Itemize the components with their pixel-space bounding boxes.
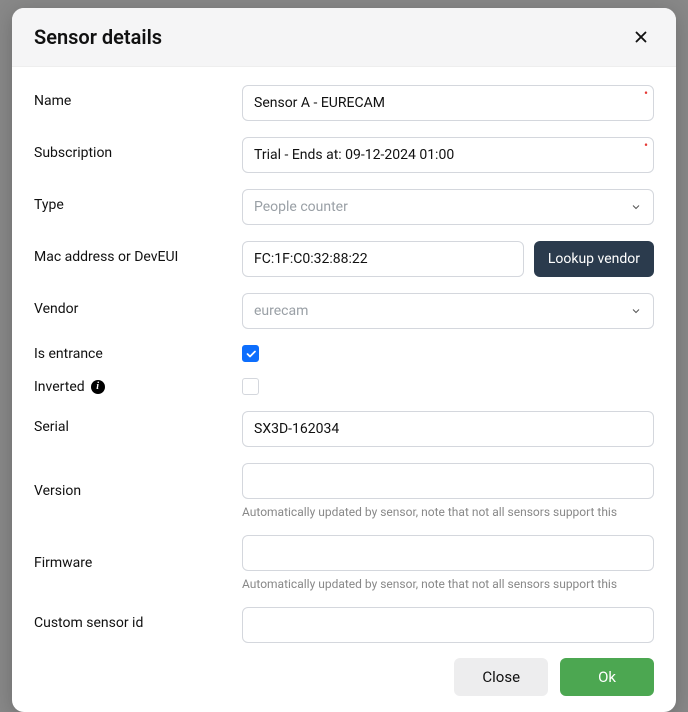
firmware-help-text: Automatically updated by sensor, note th…	[242, 577, 654, 591]
label-serial: Serial	[34, 411, 242, 435]
vendor-select[interactable]: eurecam	[242, 293, 654, 329]
label-mac: Mac address or DevEUI	[34, 241, 242, 265]
row-serial: Serial	[34, 411, 654, 447]
version-input[interactable]	[242, 463, 654, 499]
close-icon	[632, 28, 650, 46]
row-is-entrance: Is entrance	[34, 345, 654, 362]
close-button[interactable]: Close	[454, 658, 548, 696]
row-mac: Mac address or DevEUI Lookup vendor	[34, 241, 654, 277]
modal-header: Sensor details	[12, 8, 676, 67]
inverted-checkbox[interactable]	[242, 378, 259, 395]
row-version: Version Automatically updated by sensor,…	[34, 463, 654, 519]
row-firmware: Firmware Automatically updated by sensor…	[34, 535, 654, 591]
row-name: Name	[34, 85, 654, 121]
info-icon[interactable]: i	[91, 380, 105, 394]
label-version: Version	[34, 463, 242, 499]
row-subscription: Subscription	[34, 137, 654, 173]
is-entrance-checkbox[interactable]	[242, 345, 259, 362]
label-type: Type	[34, 189, 242, 213]
modal-footer: Close Ok	[12, 646, 676, 712]
label-name: Name	[34, 85, 242, 109]
checkmark-icon	[245, 348, 257, 360]
mac-input[interactable]	[242, 241, 524, 277]
label-is-entrance: Is entrance	[34, 346, 242, 362]
modal-title: Sensor details	[34, 25, 162, 49]
ok-button[interactable]: Ok	[560, 658, 654, 696]
firmware-input[interactable]	[242, 535, 654, 571]
name-input[interactable]	[242, 85, 654, 121]
row-type: Type People counter	[34, 189, 654, 225]
row-vendor: Vendor eurecam	[34, 293, 654, 329]
version-help-text: Automatically updated by sensor, note th…	[242, 505, 654, 519]
serial-input[interactable]	[242, 411, 654, 447]
label-subscription: Subscription	[34, 137, 242, 161]
label-inverted-text: Inverted	[34, 379, 85, 395]
close-icon-button[interactable]	[628, 24, 654, 50]
label-custom-id: Custom sensor id	[34, 607, 242, 631]
lookup-vendor-button[interactable]: Lookup vendor	[534, 241, 654, 277]
label-vendor: Vendor	[34, 293, 242, 317]
label-inverted: Inverted i	[34, 379, 242, 395]
modal-body: Name Subscription Type People counter	[12, 67, 676, 646]
row-inverted: Inverted i	[34, 378, 654, 395]
label-firmware: Firmware	[34, 535, 242, 571]
subscription-input[interactable]	[242, 137, 654, 173]
custom-id-input[interactable]	[242, 607, 654, 643]
sensor-details-modal: Sensor details Name Subscription Type Pe…	[12, 8, 676, 712]
type-select[interactable]: People counter	[242, 189, 654, 225]
row-custom-id: Custom sensor id	[34, 607, 654, 643]
